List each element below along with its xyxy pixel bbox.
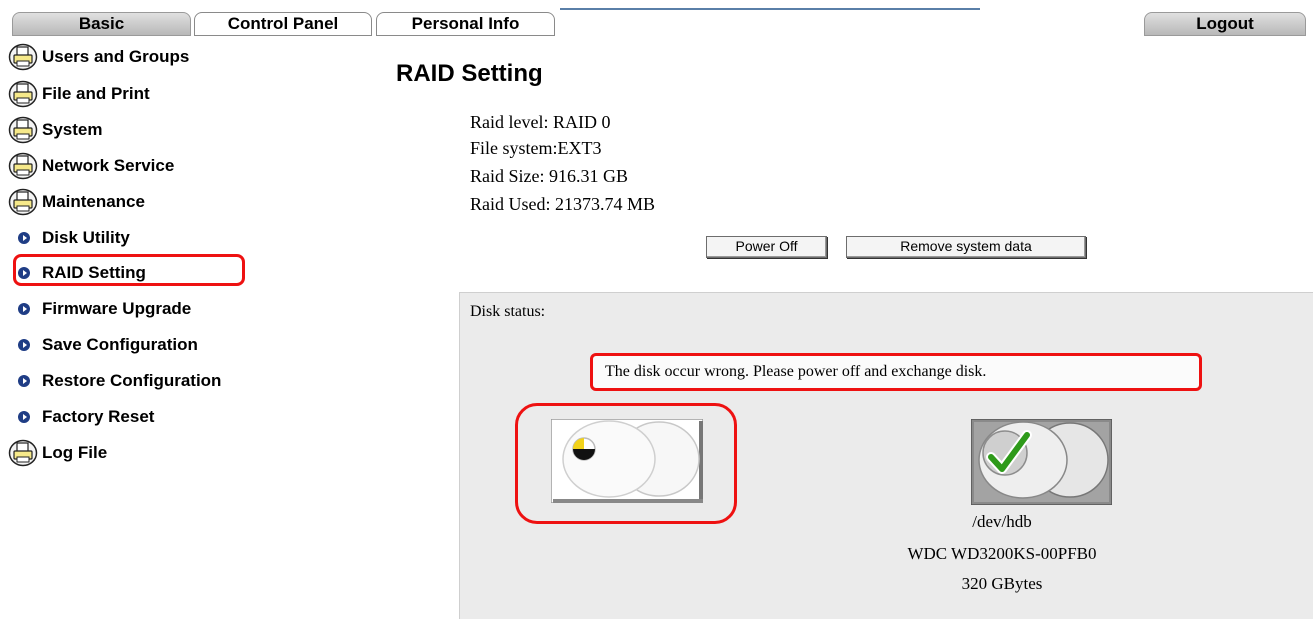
arrow-bullet-icon (18, 375, 30, 387)
sidebar-item-label: Restore Configuration (42, 371, 222, 390)
printer-icon (8, 152, 38, 180)
raid-used-row: Raid Used: 21373.74 MB (470, 194, 655, 215)
info-label: Raid Size: (470, 166, 545, 186)
info-value: 21373.74 MB (555, 194, 656, 214)
tab-basic[interactable]: Basic (12, 12, 191, 36)
sidebar-item-save-configuration[interactable]: Save Configuration (8, 330, 198, 360)
arrow-bullet-icon (18, 303, 30, 315)
tab-personal-info[interactable]: Personal Info (376, 12, 555, 36)
sidebar-item-file-and-print[interactable]: File and Print (8, 79, 150, 109)
info-value: RAID 0 (552, 112, 611, 132)
arrow-bullet-icon (18, 339, 30, 351)
selected-item-highlight (13, 254, 245, 286)
sidebar-item-system[interactable]: System (8, 115, 102, 145)
sidebar-item-label: Factory Reset (42, 407, 155, 426)
sidebar-item-maintenance[interactable]: Maintenance (8, 187, 145, 217)
sidebar-item-label: System (42, 120, 103, 139)
sidebar-item-disk-utility[interactable]: Disk Utility (8, 223, 130, 253)
sidebar-item-factory-reset[interactable]: Factory Reset (8, 402, 154, 432)
sidebar-item-label: Save Configuration (42, 335, 198, 354)
sidebar-item-label: Network Service (42, 156, 175, 175)
sidebar-item-label: Users and Groups (42, 47, 190, 66)
tab-control-panel[interactable]: Control Panel (194, 12, 372, 36)
arrow-bullet-icon (18, 411, 30, 423)
logout-button[interactable]: Logout (1144, 12, 1306, 36)
sidebar-item-label: Firmware Upgrade (42, 299, 192, 318)
sidebar-item-label: Disk Utility (42, 228, 130, 247)
info-value: 916.31 GB (549, 166, 629, 186)
info-value: EXT3 (557, 138, 602, 158)
disk-ok-icon[interactable] (971, 419, 1112, 505)
sidebar-item-network-service[interactable]: Network Service (8, 151, 174, 181)
sidebar-item-label: Maintenance (42, 192, 145, 211)
top-cropped-strip (0, 0, 1313, 12)
sidebar-item-label: File and Print (42, 84, 150, 103)
arrow-bullet-icon (18, 232, 30, 244)
window-edge-line (560, 8, 980, 10)
disk-model: WDC WD3200KS-00PFB0 (907, 544, 1097, 563)
printer-icon (8, 116, 38, 144)
disk-capacity: 320 GBytes (961, 574, 1043, 593)
page-title: RAID Setting (396, 60, 543, 87)
raid-level-row: Raid level: RAID 0 (470, 112, 610, 133)
remove-system-data-button[interactable]: Remove system data (846, 236, 1086, 258)
power-off-button[interactable]: Power Off (706, 236, 827, 258)
info-label: Raid Used: (470, 194, 551, 214)
disk-status-label: Disk status: (470, 303, 546, 320)
sidebar-item-label: Log File (42, 443, 108, 462)
sidebar-item-users-and-groups[interactable]: Users and Groups (8, 42, 189, 72)
printer-icon (8, 188, 38, 216)
printer-icon (8, 43, 38, 71)
disk-error-message: The disk occur wrong. Please power off a… (590, 353, 1202, 391)
sidebar-item-log-file[interactable]: Log File (8, 438, 107, 468)
file-system-row: File system:EXT3 (470, 138, 602, 159)
info-label: File system: (470, 138, 558, 158)
info-label: Raid level: (470, 112, 549, 132)
disk-status-panel: Disk status: The disk occur wrong. Pleas… (459, 292, 1313, 619)
printer-icon (8, 80, 38, 108)
disk-device: /dev/hdb (972, 512, 1032, 531)
raid-size-row: Raid Size: 916.31 GB (470, 166, 628, 187)
faulty-disk-highlight (515, 403, 737, 524)
sidebar-item-restore-configuration[interactable]: Restore Configuration (8, 366, 221, 396)
printer-icon (8, 439, 38, 467)
sidebar-item-firmware-upgrade[interactable]: Firmware Upgrade (8, 294, 191, 324)
